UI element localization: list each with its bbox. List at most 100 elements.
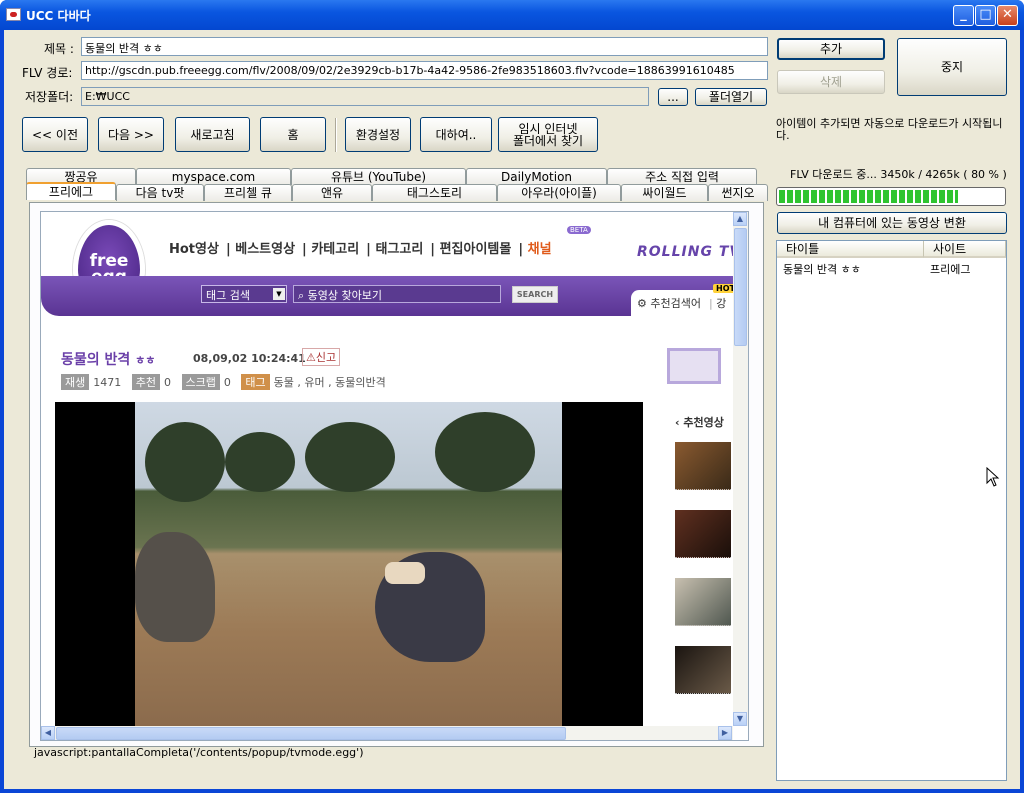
tab-tagstory[interactable]: 태그스토리 [372, 184, 497, 201]
report-button[interactable]: ⚠신고 [302, 348, 341, 366]
temp-button-line1: 임시 인터넷 [518, 121, 578, 136]
related-thumbnail[interactable] [675, 510, 731, 558]
recommend-tag[interactable]: 추천 [131, 374, 160, 390]
video-meta: 재생 1471 추천 0 스크랩 0 태그 동물 , 유머 , 동물의반격 [61, 374, 386, 390]
rolling-tv-logo[interactable]: ROLLING TV [637, 244, 741, 260]
rec-search-label: 추천검색어 [650, 297, 701, 310]
tree-shape [435, 412, 535, 492]
search-placeholder: 동영상 찾아보기 [307, 289, 383, 302]
about-button[interactable]: 대하여.. [420, 117, 492, 152]
tab-freeegg[interactable]: 프리에그 [26, 182, 116, 200]
recommended-search[interactable]: ⚙ 추천검색어 | 강 [631, 290, 748, 316]
tab-direct-address[interactable]: 주소 직접 입력 [607, 168, 757, 185]
nav-category[interactable]: 카테고리 [311, 242, 359, 257]
tab-cyworld[interactable]: 싸이월드 [621, 184, 708, 201]
related-thumbnail[interactable] [675, 646, 731, 694]
play-tag: 재생 [61, 374, 90, 390]
scroll-down-icon[interactable]: ▼ [733, 712, 747, 726]
column-header-title[interactable]: 타이틀 [777, 241, 924, 258]
search-type-value: 태그 검색 [206, 289, 250, 302]
download-progress-bar [776, 187, 1006, 206]
video-title: 동물의 반격 ㅎㅎ [61, 349, 155, 369]
maximize-button[interactable]: □ [975, 5, 996, 26]
row-site: 프리에그 [930, 263, 971, 276]
search-type-select[interactable]: 태그 검색 ▼ [201, 285, 287, 303]
stop-button[interactable]: 중지 [897, 38, 1007, 96]
info-text: 아이템이 추가되면 자동으로 다운로드가 시작됩니다. [776, 117, 1003, 142]
settings-button[interactable]: 환경설정 [345, 117, 411, 152]
scroll-up-icon[interactable]: ▲ [733, 212, 747, 226]
search-input[interactable]: ⌕ 동영상 찾아보기 [293, 285, 501, 303]
next-button[interactable]: 다음 >> [98, 117, 164, 152]
horizontal-scrollbar[interactable]: ◀ ▶ [41, 726, 733, 740]
delete-button[interactable]: 삭제 [777, 70, 885, 94]
video-title-text: 동물의 반격 [61, 352, 131, 368]
nav-tag[interactable]: 태그고리 [375, 242, 423, 257]
toolbar-divider [335, 118, 337, 152]
download-list[interactable]: 타이틀 사이트 동물의 반격 ㅎㅎ 프리에그 [776, 240, 1007, 781]
refresh-button[interactable]: 새로고침 [175, 117, 250, 152]
video-player[interactable] [55, 402, 643, 732]
flv-path-label: FLV 경로: [22, 66, 73, 80]
prev-button[interactable]: << 이전 [22, 117, 88, 152]
home-button[interactable]: 홈 [260, 117, 326, 152]
scroll-left-icon[interactable]: ◀ [41, 726, 55, 740]
tab-nu[interactable]: 앤유 [292, 184, 372, 201]
column-header-site[interactable]: 사이트 [924, 241, 1006, 258]
close-button[interactable]: ✕ [997, 5, 1018, 26]
nav-hot[interactable]: Hot영상 [169, 242, 219, 257]
chevron-down-icon: ▼ [273, 288, 285, 300]
scroll-right-icon[interactable]: ▶ [718, 726, 732, 740]
tree-shape [225, 432, 295, 492]
tree-shape [305, 422, 395, 492]
tag-label: 태그 [241, 374, 270, 390]
video-frame [135, 402, 562, 732]
browse-button[interactable]: ... [658, 88, 688, 106]
beta-badge: BETA [567, 226, 591, 234]
tab-panel: free egg Hot영상| 베스트영상| 카테고리| 태그고리| 편집아이템… [29, 202, 764, 747]
site-header: free egg Hot영상| 베스트영상| 카테고리| 태그고리| 편집아이템… [41, 212, 748, 332]
tab-aura[interactable]: 아우라(아이플) [497, 184, 621, 201]
nav-channel[interactable]: 채널 [528, 242, 552, 257]
report-label: 신고 [315, 351, 337, 364]
related-thumbnail[interactable] [675, 442, 731, 490]
temp-button-line2: 폴더에서 찾기 [512, 133, 584, 148]
nav-best[interactable]: 베스트영상 [235, 242, 295, 257]
temp-internet-search-button[interactable]: 임시 인터넷 폴더에서 찾기 [498, 117, 598, 152]
scrap-count: 0 [223, 376, 231, 389]
video-date: 08,09,02 10:24:41 [193, 352, 306, 365]
tab-dailymotion[interactable]: DailyMotion [466, 168, 607, 185]
tree-shape [145, 422, 225, 502]
tab-freechal-q[interactable]: 프리첼 큐 [204, 184, 292, 201]
title-field[interactable]: 동물의 반격 ㅎㅎ [81, 37, 768, 56]
mouse-cursor-icon [986, 467, 1000, 487]
person-shirt [385, 562, 425, 584]
search-button[interactable]: SEARCH [512, 286, 558, 303]
tag-list[interactable]: 동물 , 유머 , 동물의반격 [274, 376, 386, 389]
list-row[interactable]: 동물의 반격 ㅎㅎ 프리에그 [777, 260, 1006, 276]
scrap-tag[interactable]: 스크랩 [181, 374, 220, 390]
save-folder-field[interactable]: E:₩UCC [81, 87, 649, 106]
vertical-scrollbar[interactable]: ▲ ▼ [733, 212, 748, 726]
nav-item-mall[interactable]: 편집아이템몰 [440, 242, 512, 257]
alert-icon: ⚠ [306, 351, 316, 364]
title-bar[interactable]: UCC 다바다 _ □ ✕ [0, 0, 1024, 30]
tab-myspace[interactable]: myspace.com [136, 168, 291, 185]
related-label: 추천영상 [683, 416, 724, 429]
related-heading: ‹ 추천영상 [675, 416, 724, 429]
scroll-thumb-horizontal[interactable] [56, 727, 566, 740]
minimize-button[interactable]: _ [953, 5, 974, 26]
add-button[interactable]: 추가 [777, 38, 885, 60]
scroll-thumb[interactable] [734, 228, 747, 346]
tab-sungio[interactable]: 썬지오 [708, 184, 768, 201]
tab-youtube[interactable]: 유튜브 (YouTube) [291, 168, 466, 185]
flv-path-field[interactable]: http://gscdn.pub.freeegg.com/flv/2008/09… [81, 61, 768, 80]
progress-fill [779, 190, 959, 203]
web-browser[interactable]: free egg Hot영상| 베스트영상| 카테고리| 태그고리| 편집아이템… [40, 211, 749, 741]
play-count: 1471 [93, 376, 122, 389]
status-url: javascript:pantallaCompleta('/contents/p… [34, 746, 364, 759]
convert-local-video-button[interactable]: 내 컴퓨터에 있는 동영상 변환 [777, 212, 1007, 234]
related-thumbnail[interactable] [675, 578, 731, 626]
tab-daum-tvpot[interactable]: 다음 tv팟 [116, 184, 204, 201]
open-folder-button[interactable]: 폴더열기 [695, 88, 767, 106]
